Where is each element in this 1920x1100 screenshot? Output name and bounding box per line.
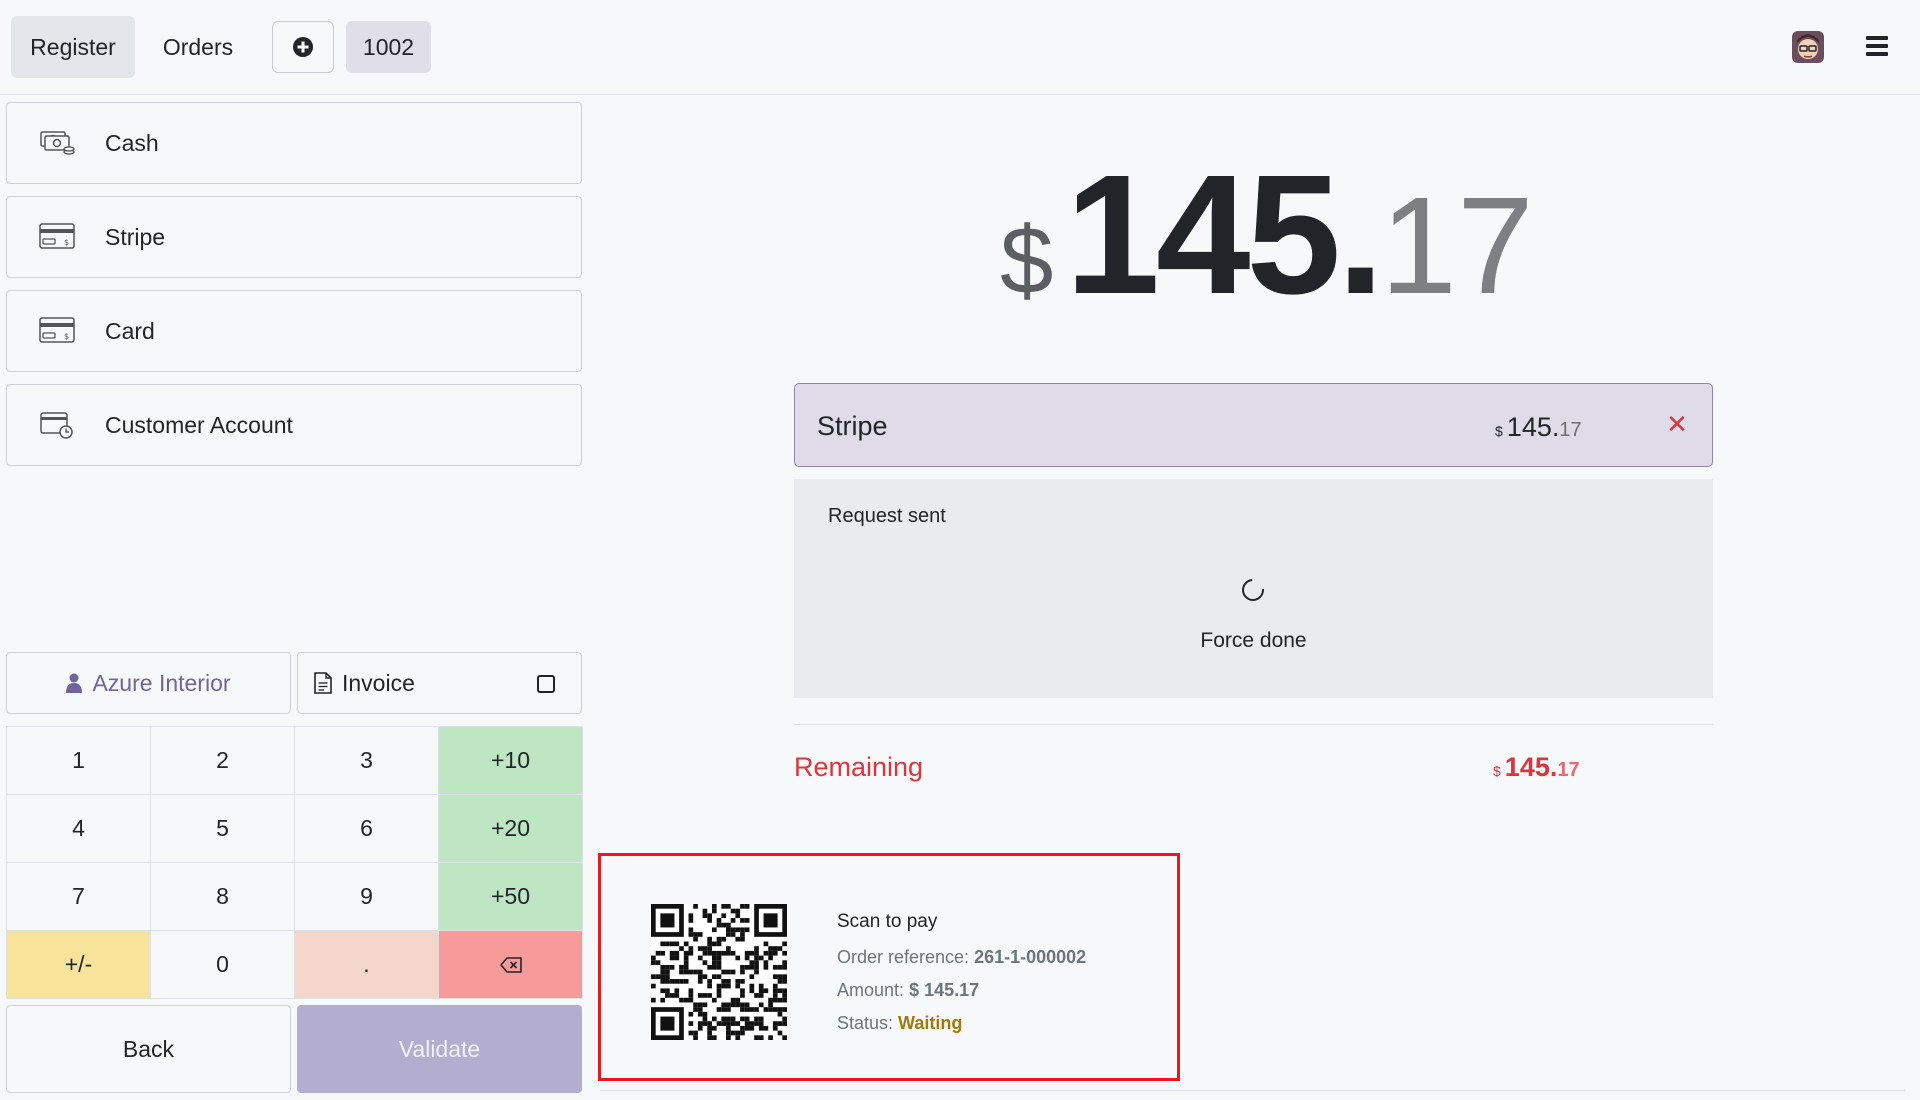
remaining-amount: $145.17 xyxy=(1493,752,1580,783)
amount-label: Amount: xyxy=(837,980,905,1000)
numpad-key-plus-minus[interactable]: +/- xyxy=(7,931,151,999)
back-button[interactable]: Back xyxy=(6,1005,291,1093)
amount-row: Amount: $ 145.17 xyxy=(837,980,1086,1001)
card-icon: $ xyxy=(39,317,75,343)
status-row: Status: Waiting xyxy=(837,1013,1086,1034)
plus-circle-icon xyxy=(293,37,313,57)
divider xyxy=(600,1090,1905,1091)
register-tab[interactable]: Register xyxy=(11,16,135,78)
top-bar: Register Orders 1002 xyxy=(0,0,1920,95)
force-done-button[interactable]: Force done xyxy=(794,629,1713,653)
numpad-key-5[interactable]: 5 xyxy=(151,795,295,863)
delete-payment-line-icon[interactable]: ✕ xyxy=(1661,408,1693,440)
payment-method-label: Card xyxy=(105,317,155,344)
numpad-key-7[interactable]: 7 xyxy=(7,863,151,931)
numpad-key-2[interactable]: 2 xyxy=(151,727,295,795)
total-currency: $ xyxy=(1000,207,1054,314)
spinner-icon xyxy=(1237,574,1269,606)
numpad: 1 2 3 +10 4 5 6 +20 7 8 9 +50 +/- 0 . xyxy=(6,726,583,999)
status-label: Status: xyxy=(837,1013,894,1033)
payment-method-label: Cash xyxy=(105,129,159,156)
status-value: Waiting xyxy=(898,1013,963,1033)
document-icon xyxy=(314,672,332,694)
payment-method-card[interactable]: $ Card xyxy=(6,290,582,372)
payment-line-amount: $145.17 xyxy=(1495,412,1582,443)
invoice-checkbox[interactable] xyxy=(537,675,555,693)
payment-method-cash[interactable]: Cash xyxy=(6,102,582,184)
order-reference-label: Order reference: xyxy=(837,947,970,967)
orders-tab[interactable]: Orders xyxy=(148,16,248,78)
numpad-key-3[interactable]: 3 xyxy=(295,727,439,795)
divider xyxy=(794,724,1713,725)
cash-icon xyxy=(40,131,75,155)
payment-method-label: Customer Account xyxy=(105,411,293,438)
total-integer: 145. xyxy=(1065,140,1384,330)
payment-line-decimal: 17 xyxy=(1559,419,1582,441)
numpad-key-1[interactable]: 1 xyxy=(7,727,151,795)
user-avatar[interactable] xyxy=(1792,31,1824,63)
customer-button[interactable]: Azure Interior xyxy=(6,652,291,714)
svg-text:$: $ xyxy=(64,332,69,341)
payment-method-stripe[interactable]: $ Stripe xyxy=(6,196,582,278)
numpad-key-6[interactable]: 6 xyxy=(295,795,439,863)
customer-name: Azure Interior xyxy=(92,669,231,696)
numpad-key-plus-10[interactable]: +10 xyxy=(439,727,583,795)
payment-method-customer-account[interactable]: Customer Account xyxy=(6,384,582,466)
validate-button[interactable]: Validate xyxy=(297,1005,582,1093)
numpad-key-8[interactable]: 8 xyxy=(151,863,295,931)
request-status-text: Request sent xyxy=(828,505,946,527)
hamburger-icon[interactable] xyxy=(1866,36,1888,56)
qr-title: Scan to pay xyxy=(837,911,938,932)
numpad-key-decimal[interactable]: . xyxy=(295,931,439,999)
payment-method-label: Stripe xyxy=(105,223,166,250)
card-icon: $ xyxy=(39,223,75,249)
qr-payment-popup: Scan to pay Order reference: 261-1-00000… xyxy=(598,853,1180,1081)
numpad-key-9[interactable]: 9 xyxy=(295,863,439,931)
numpad-key-plus-50[interactable]: +50 xyxy=(439,863,583,931)
payment-line-currency: $ xyxy=(1495,423,1503,439)
qr-payment-info: Scan to pay Order reference: 261-1-00000… xyxy=(837,911,1086,1046)
numpad-key-backspace[interactable] xyxy=(439,931,583,999)
payment-line-integer: 145. xyxy=(1506,412,1560,442)
total-decimal: 17 xyxy=(1380,169,1534,323)
order-number-tab[interactable]: 1002 xyxy=(346,21,431,73)
customer-account-icon xyxy=(40,412,73,439)
invoice-label: Invoice xyxy=(342,669,415,696)
remaining-decimal: 17 xyxy=(1557,759,1580,781)
numpad-key-0[interactable]: 0 xyxy=(151,931,295,999)
svg-text:$: $ xyxy=(64,238,69,247)
new-order-button[interactable] xyxy=(272,21,334,73)
invoice-toggle[interactable]: Invoice xyxy=(297,652,582,714)
payment-line-name: Stripe xyxy=(817,411,888,441)
order-reference-row: Order reference: 261-1-000002 xyxy=(837,947,1086,968)
total-amount: $ 145. 17 xyxy=(1000,150,1534,320)
payment-line-stripe[interactable]: Stripe $145.17 ✕ xyxy=(794,383,1713,467)
numpad-key-4[interactable]: 4 xyxy=(7,795,151,863)
qr-code xyxy=(651,904,787,1040)
user-icon xyxy=(66,673,83,693)
remaining-label: Remaining xyxy=(794,752,924,782)
numpad-key-plus-20[interactable]: +20 xyxy=(439,795,583,863)
amount-value: $ 145.17 xyxy=(909,980,980,1000)
payment-status-panel: Request sent Force done xyxy=(794,479,1713,698)
backspace-icon xyxy=(499,956,522,973)
order-reference-value: 261-1-000002 xyxy=(974,947,1087,967)
remaining-currency: $ xyxy=(1493,763,1501,779)
remaining-integer: 145. xyxy=(1504,752,1558,782)
